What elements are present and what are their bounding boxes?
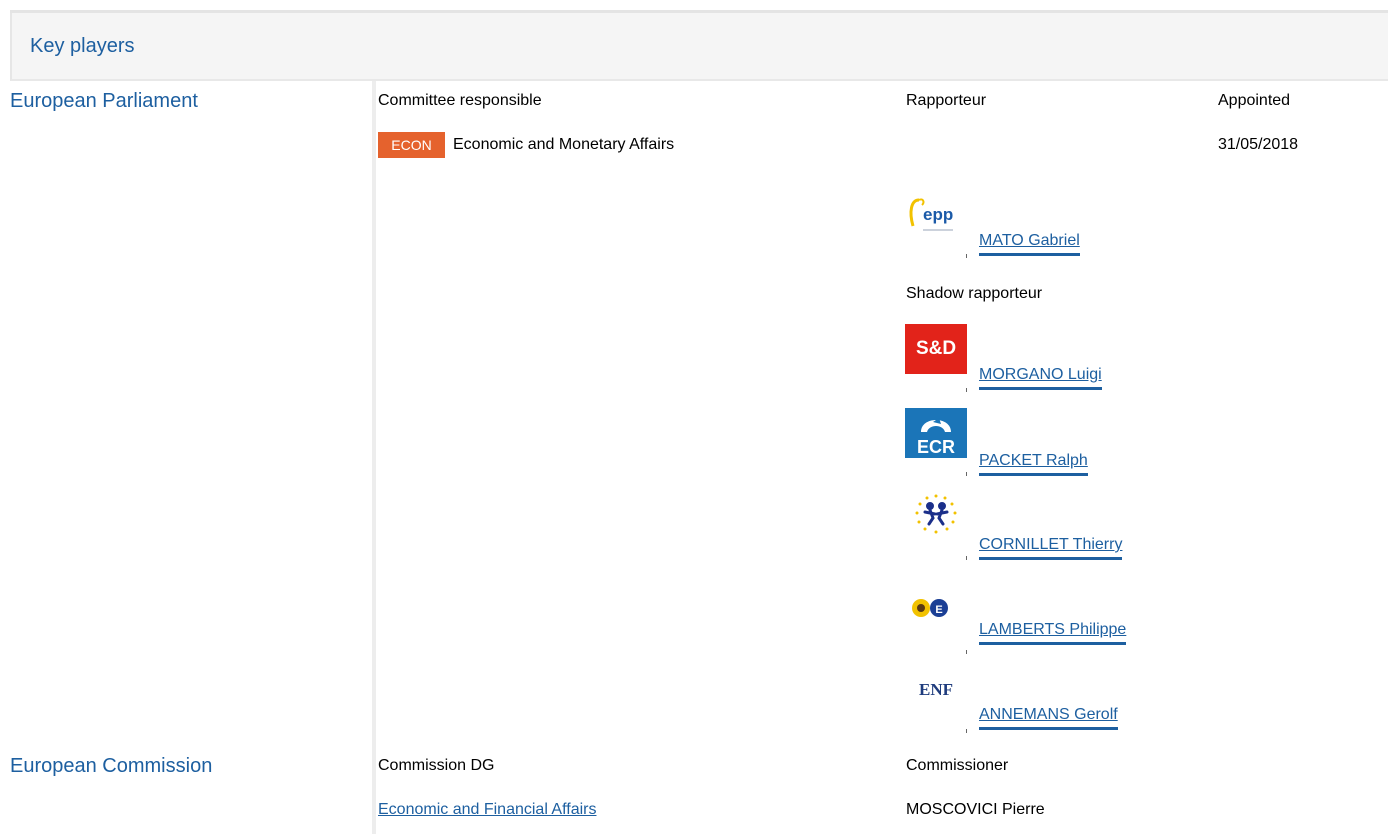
commission-dg-header: Commission DG: [378, 757, 495, 774]
shadow-rapporteur-link-lamberts[interactable]: LAMBERTS Philippe: [979, 621, 1127, 645]
commission-label: European Commission: [10, 755, 213, 777]
tick-mark: [966, 388, 967, 392]
commissioner-header: Commissioner: [906, 757, 1009, 774]
committee-badge: ECON: [378, 132, 445, 158]
key-players-header: Key players: [10, 13, 1388, 81]
tick-mark: [966, 254, 967, 258]
ecr-logo-icon: ECR: [905, 408, 967, 458]
committee-name: Economic and Monetary Affairs: [453, 136, 675, 153]
shadow-rapporteur-link-packet[interactable]: PACKET Ralph: [979, 452, 1088, 476]
alde-logo-icon: [905, 492, 967, 542]
shadow-rapporteur-label: Shadow rapporteur: [906, 285, 1043, 302]
rapporteur-link[interactable]: MATO Gabriel: [979, 232, 1080, 256]
enf-logo-icon: ENF: [919, 680, 953, 699]
sd-logo-icon: S&D: [905, 324, 967, 374]
shadow-rapporteur-link-cornillet[interactable]: CORNILLET Thierry: [979, 536, 1123, 560]
svg-text:ECR: ECR: [917, 437, 955, 457]
committee-responsible-header: Committee responsible: [378, 92, 542, 109]
section-title: Key players: [30, 35, 135, 57]
tick-mark: [966, 472, 967, 476]
appointed-header: Appointed: [1218, 92, 1291, 109]
shadow-rapporteur-link-annemans[interactable]: ANNEMANS Gerolf: [979, 706, 1118, 730]
svg-text:epp: epp: [923, 205, 953, 224]
tick-mark: [966, 650, 967, 654]
tick-mark: [966, 556, 967, 560]
appointed-date: 31/05/2018: [1218, 136, 1299, 153]
parliament-label: European Parliament: [10, 90, 198, 112]
tick-mark: [966, 729, 967, 733]
svg-text:E: E: [935, 604, 942, 616]
column-divider: [372, 81, 376, 834]
epp-logo-icon: epp: [905, 190, 967, 240]
commission-dg-link[interactable]: Economic and Financial Affairs: [378, 801, 596, 819]
greens-efa-logo-icon: E: [905, 586, 967, 636]
commissioner-name: MOSCOVICI Pierre: [906, 801, 1045, 818]
shadow-rapporteur-link-morgano[interactable]: MORGANO Luigi: [979, 366, 1102, 390]
rapporteur-header: Rapporteur: [906, 92, 987, 109]
